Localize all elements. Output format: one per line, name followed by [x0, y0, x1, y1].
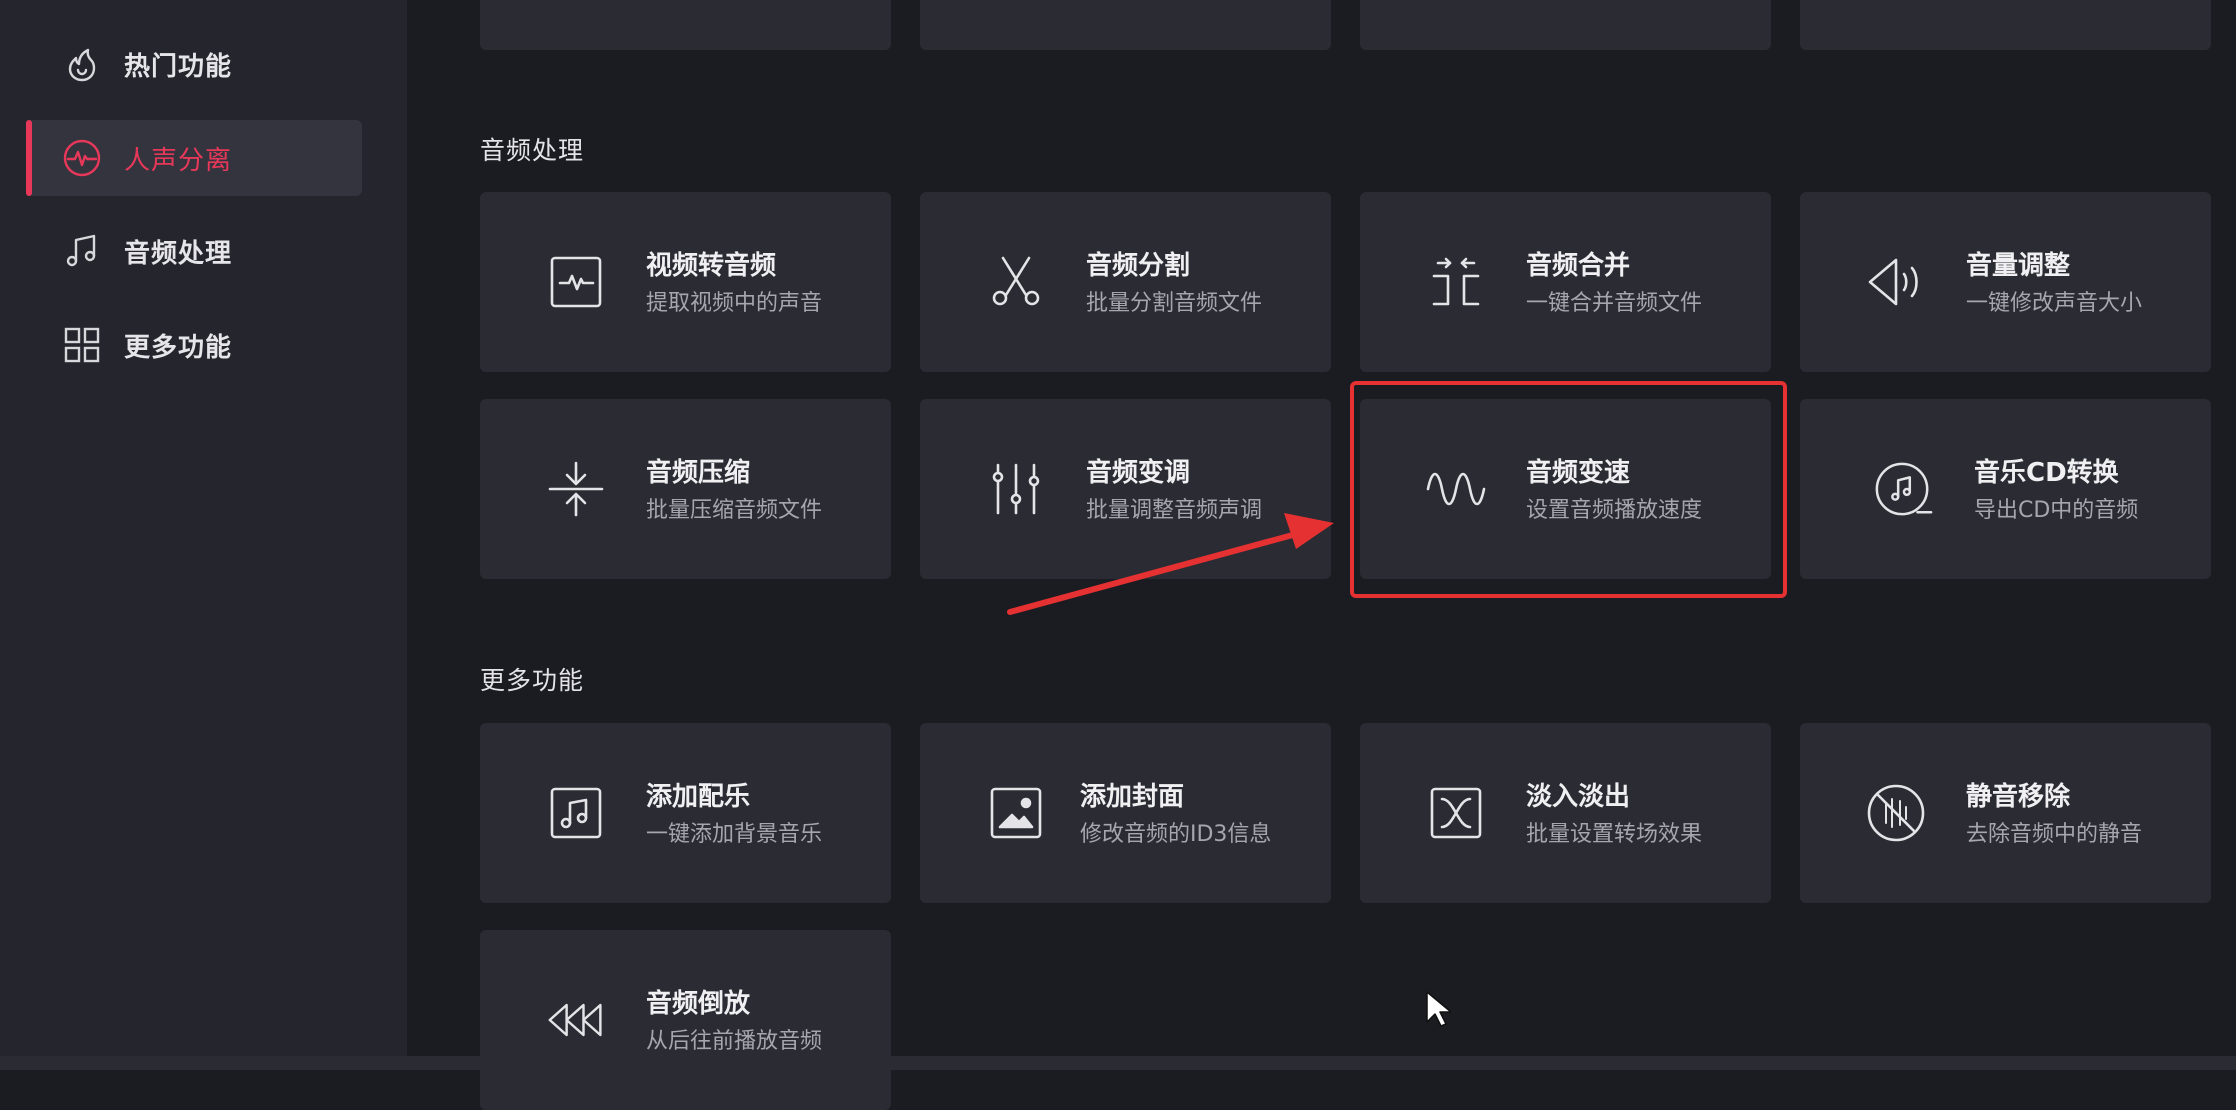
- music-square-icon: [546, 783, 606, 843]
- card-volume-adjust[interactable]: 音量调整 一键修改声音大小: [1800, 192, 2211, 372]
- card-title: 音频变速: [1526, 458, 1631, 488]
- sidebar-item-label: 人声分离: [124, 145, 233, 176]
- card-title: 添加配乐: [646, 782, 751, 812]
- card-audio-compress[interactable]: 音频压缩 批量压缩音频文件: [480, 399, 891, 579]
- waveform-circle-icon: [62, 138, 102, 178]
- music-note-icon: [62, 231, 102, 271]
- sidebar-item-vocal-separation[interactable]: 人声分离: [26, 120, 362, 196]
- sine-wave-icon: [1426, 459, 1486, 519]
- merge-icon: [1426, 252, 1486, 312]
- card-description: 一键合并音频文件: [1526, 291, 1703, 316]
- card-description: 一键添加背景音乐: [646, 822, 823, 847]
- grid-icon: [62, 325, 102, 365]
- card-description: 批量压缩音频文件: [646, 498, 823, 523]
- card-fade-in-out[interactable]: 淡入淡出 批量设置转场效果: [1360, 723, 1771, 903]
- card-music-cd-convert[interactable]: 音乐CD转换 导出CD中的音频: [1800, 399, 2211, 579]
- sidebar-item-label: 音频处理: [124, 238, 233, 269]
- cd-music-icon: [1873, 459, 1933, 519]
- fire-icon: [62, 44, 102, 84]
- sidebar-item-label: 更多功能: [124, 332, 233, 363]
- card-title: 音乐CD转换: [1974, 458, 2119, 488]
- card-title: 音频变调: [1086, 458, 1191, 488]
- card-description: 从后往前播放音频: [646, 1029, 823, 1054]
- card-title: 淡入淡出: [1526, 782, 1631, 812]
- speaker-icon: [1866, 252, 1926, 312]
- card-add-cover[interactable]: 添加封面 修改音频的ID3信息: [920, 723, 1331, 903]
- card-title: 静音移除: [1966, 782, 2071, 812]
- card-description: 修改音频的ID3信息: [1080, 822, 1272, 847]
- card-description: 批量分割音频文件: [1086, 291, 1263, 316]
- main-content: 音频处理 视频转音频 提取视频中的声音 音频分割 批量分割音频文件 音频合并 一…: [407, 0, 2236, 1110]
- card-description: 提取视频中的声音: [646, 291, 823, 316]
- feature-card[interactable]: [480, 0, 891, 50]
- card-audio-reverse[interactable]: 音频倒放 从后往前播放音频: [480, 930, 891, 1110]
- mute-remove-icon: [1866, 783, 1926, 843]
- sidebar-item-more-features[interactable]: 更多功能: [26, 307, 362, 383]
- card-description: 一键修改声音大小: [1966, 291, 2143, 316]
- bottom-bar: [0, 1056, 2236, 1070]
- card-title: 音频压缩: [646, 458, 751, 488]
- card-description: 批量设置转场效果: [1526, 822, 1703, 847]
- card-description: 去除音频中的静音: [1966, 822, 2143, 847]
- sidebar: 热门功能 人声分离 音频处理 更多功能: [0, 0, 407, 1056]
- card-title: 音频分割: [1086, 251, 1191, 281]
- card-description: 设置音频播放速度: [1526, 498, 1703, 523]
- card-video-to-audio[interactable]: 视频转音频 提取视频中的声音: [480, 192, 891, 372]
- card-description: 批量调整音频声调: [1086, 498, 1263, 523]
- fade-icon: [1426, 783, 1486, 843]
- rewind-icon: [546, 990, 606, 1050]
- card-description: 导出CD中的音频: [1974, 498, 2139, 523]
- card-title: 添加封面: [1080, 782, 1185, 812]
- feature-card[interactable]: [920, 0, 1331, 50]
- section-title-more-features: 更多功能: [480, 666, 585, 695]
- card-title: 音频合并: [1526, 251, 1631, 281]
- card-audio-speed[interactable]: 音频变速 设置音频播放速度: [1360, 399, 1771, 579]
- card-audio-split[interactable]: 音频分割 批量分割音频文件: [920, 192, 1331, 372]
- sidebar-item-audio-processing[interactable]: 音频处理: [26, 213, 362, 289]
- feature-card[interactable]: [1800, 0, 2211, 50]
- sidebar-item-hot-features[interactable]: 热门功能: [26, 26, 362, 102]
- compress-icon: [546, 459, 606, 519]
- section-title-audio-processing: 音频处理: [480, 136, 585, 165]
- feature-card[interactable]: [1360, 0, 1771, 50]
- image-icon: [986, 783, 1046, 843]
- equalizer-icon: [986, 459, 1046, 519]
- card-title: 视频转音频: [646, 251, 777, 281]
- mouse-cursor-icon: [1426, 991, 1451, 1027]
- card-silence-remove[interactable]: 静音移除 去除音频中的静音: [1800, 723, 2211, 903]
- card-audio-merge[interactable]: 音频合并 一键合并音频文件: [1360, 192, 1771, 372]
- card-audio-pitch[interactable]: 音频变调 批量调整音频声调: [920, 399, 1331, 579]
- card-add-music[interactable]: 添加配乐 一键添加背景音乐: [480, 723, 891, 903]
- card-title: 音频倒放: [646, 989, 751, 1019]
- card-title: 音量调整: [1966, 251, 2071, 281]
- scissors-icon: [986, 252, 1046, 312]
- sidebar-item-label: 热门功能: [124, 51, 233, 82]
- video-to-audio-icon: [546, 252, 606, 312]
